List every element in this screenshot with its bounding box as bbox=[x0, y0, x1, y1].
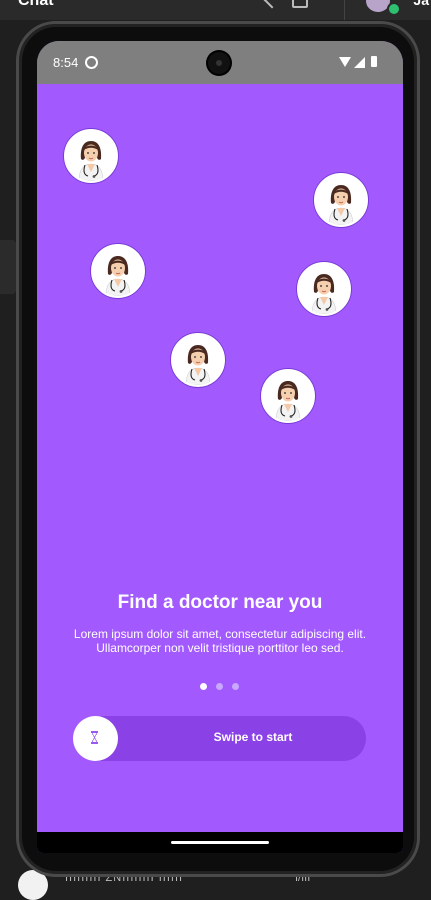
sidebar-tab[interactable] bbox=[0, 240, 16, 294]
page-dot-active[interactable] bbox=[200, 683, 207, 690]
online-status-icon bbox=[387, 2, 401, 16]
hourglass-icon bbox=[91, 731, 98, 744]
background-app-title: Chat bbox=[18, 0, 54, 9]
doctor-avatar bbox=[91, 244, 145, 298]
swipe-label: Swipe to start bbox=[213, 730, 293, 744]
onboarding-description: Lorem ipsum dolor sit amet, consectetur … bbox=[73, 627, 367, 655]
status-time: 8:54 bbox=[53, 55, 79, 70]
front-camera bbox=[208, 52, 230, 74]
toolbar-divider bbox=[344, 0, 345, 20]
battery-icon bbox=[371, 56, 377, 67]
phone-screen: 8:54 Find a doctor near you Lorem ipsum … bbox=[37, 41, 403, 853]
doctor-avatar bbox=[314, 173, 368, 227]
doctor-avatar bbox=[64, 129, 118, 183]
doctor-avatar bbox=[171, 333, 225, 387]
wifi-icon bbox=[339, 57, 351, 67]
doctor-avatar bbox=[261, 369, 315, 423]
swipe-to-start-slider[interactable]: Swipe to start bbox=[73, 716, 366, 761]
signal-icon bbox=[354, 57, 365, 68]
background-user-label: Ja bbox=[413, 0, 429, 8]
onboarding-title: Find a doctor near you bbox=[117, 592, 323, 613]
home-indicator[interactable] bbox=[171, 841, 269, 844]
settings-icon bbox=[85, 56, 98, 69]
doctor-avatar bbox=[297, 262, 351, 316]
swipe-handle[interactable] bbox=[73, 716, 118, 761]
page-dot[interactable] bbox=[216, 683, 223, 690]
status-bar: 8:54 bbox=[37, 41, 403, 84]
window-icon[interactable] bbox=[292, 0, 308, 8]
page-dot[interactable] bbox=[232, 683, 239, 690]
